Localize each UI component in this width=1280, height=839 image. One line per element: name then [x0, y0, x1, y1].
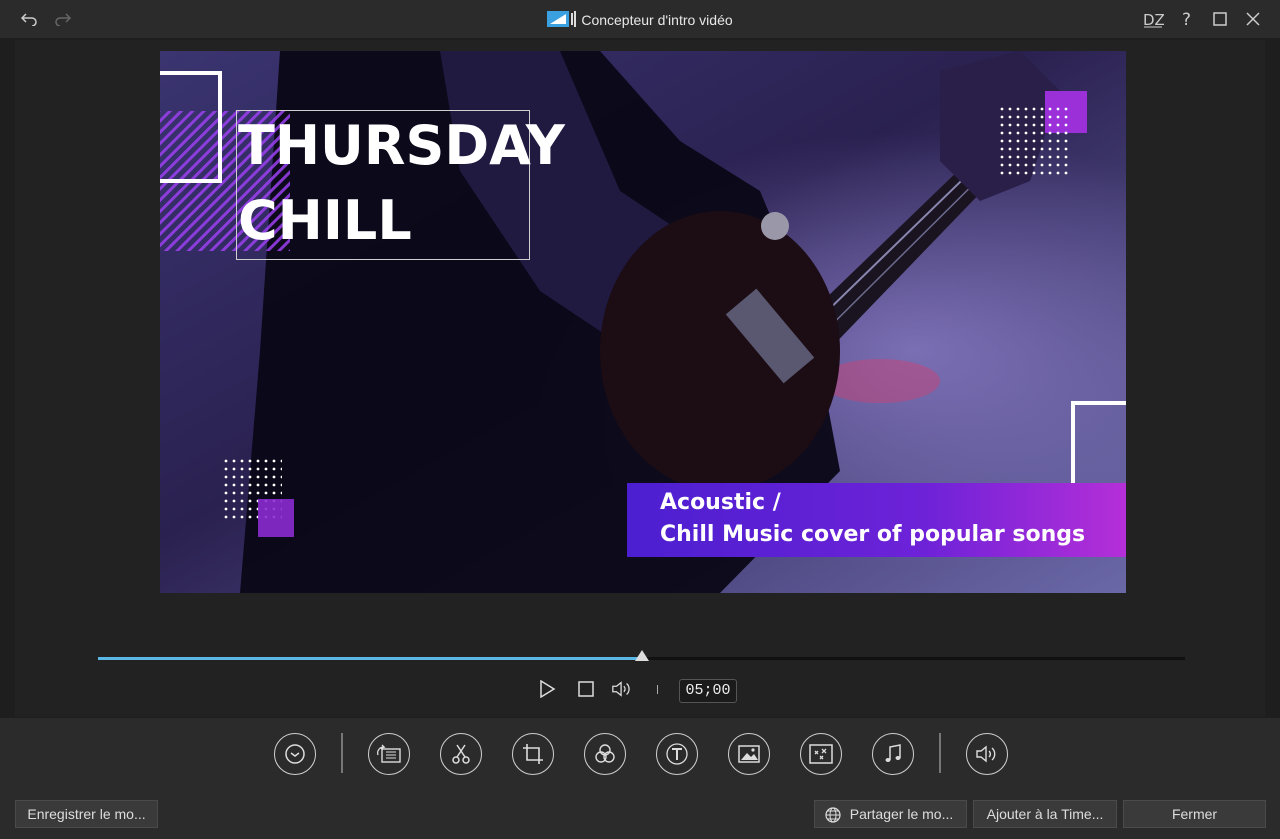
play-icon — [540, 680, 556, 698]
color-circles-icon — [595, 744, 615, 763]
window-title-text: Concepteur d'intro vidéo — [581, 12, 733, 28]
music-tool-button[interactable] — [872, 733, 914, 775]
timeline-scrubber[interactable] — [98, 650, 1185, 661]
help-icon: ? — [1182, 10, 1191, 28]
scrubber-progress — [98, 657, 642, 660]
image-tool-button[interactable] — [728, 733, 770, 775]
help-button[interactable]: ? — [1174, 6, 1200, 32]
crop-icon — [523, 744, 543, 764]
scrubber-handle[interactable] — [634, 650, 649, 661]
text-tool-button[interactable] — [656, 733, 698, 775]
close-button[interactable]: Fermer — [1123, 800, 1266, 828]
close-icon — [1246, 12, 1260, 26]
replace-tool-button[interactable] — [368, 733, 410, 775]
title-line-2[interactable]: CHILL — [238, 194, 412, 248]
add-to-timeline-button[interactable]: Ajouter à la Time... — [973, 800, 1117, 828]
video-preview[interactable]: THURSDAY CHILL Acoustic / Chill Music co… — [160, 51, 1126, 593]
globe-icon — [824, 806, 842, 827]
dz-icon: DZ — [1143, 11, 1164, 28]
stop-icon — [578, 681, 594, 697]
app-logo-icon — [547, 10, 577, 31]
color-tool-button[interactable] — [584, 733, 626, 775]
maximize-icon — [1213, 12, 1227, 26]
tool-separator — [341, 733, 343, 773]
image-icon — [738, 745, 760, 763]
speaker-icon — [976, 745, 996, 763]
particle-tool-button[interactable] — [800, 733, 842, 775]
trim-tool-button[interactable] — [440, 733, 482, 775]
stop-button[interactable] — [575, 678, 597, 700]
save-template-button[interactable]: Enregistrer le mo... — [15, 800, 158, 828]
scissors-icon — [452, 744, 470, 764]
maximize-button[interactable] — [1207, 6, 1233, 32]
title-line-1[interactable]: THURSDAY — [238, 119, 565, 173]
particle-icon — [809, 744, 833, 764]
controls-divider — [657, 685, 658, 694]
crop-tool-button[interactable] — [512, 733, 554, 775]
music-note-icon — [885, 744, 901, 762]
clock-icon — [285, 744, 305, 764]
duration-tool-button[interactable] — [274, 733, 316, 775]
svg-text:?: ? — [1182, 10, 1191, 28]
volume-tool-button[interactable] — [966, 733, 1008, 775]
play-button[interactable] — [536, 678, 558, 700]
window-title: Concepteur d'intro vidéo — [0, 10, 1280, 31]
speaker-icon — [612, 681, 630, 697]
subtitle-line-1[interactable]: Acoustic / — [660, 490, 781, 515]
dz-button[interactable]: DZ — [1140, 6, 1166, 32]
subtitle-line-2[interactable]: Chill Music cover of popular songs — [660, 522, 1085, 547]
tool-separator — [939, 733, 941, 773]
tool-row — [0, 718, 1280, 796]
timecode-display: 05;00 — [679, 679, 737, 703]
replace-media-icon — [377, 744, 401, 763]
text-icon — [666, 743, 688, 765]
share-template-button[interactable]: Partager le mo... — [814, 800, 967, 828]
svg-text:DZ: DZ — [1143, 11, 1164, 28]
close-window-button[interactable] — [1240, 6, 1266, 32]
title-bar: Concepteur d'intro vidéo DZ ? — [0, 0, 1280, 38]
volume-button[interactable] — [611, 678, 633, 700]
share-template-label: Partager le mo... — [849, 806, 954, 822]
